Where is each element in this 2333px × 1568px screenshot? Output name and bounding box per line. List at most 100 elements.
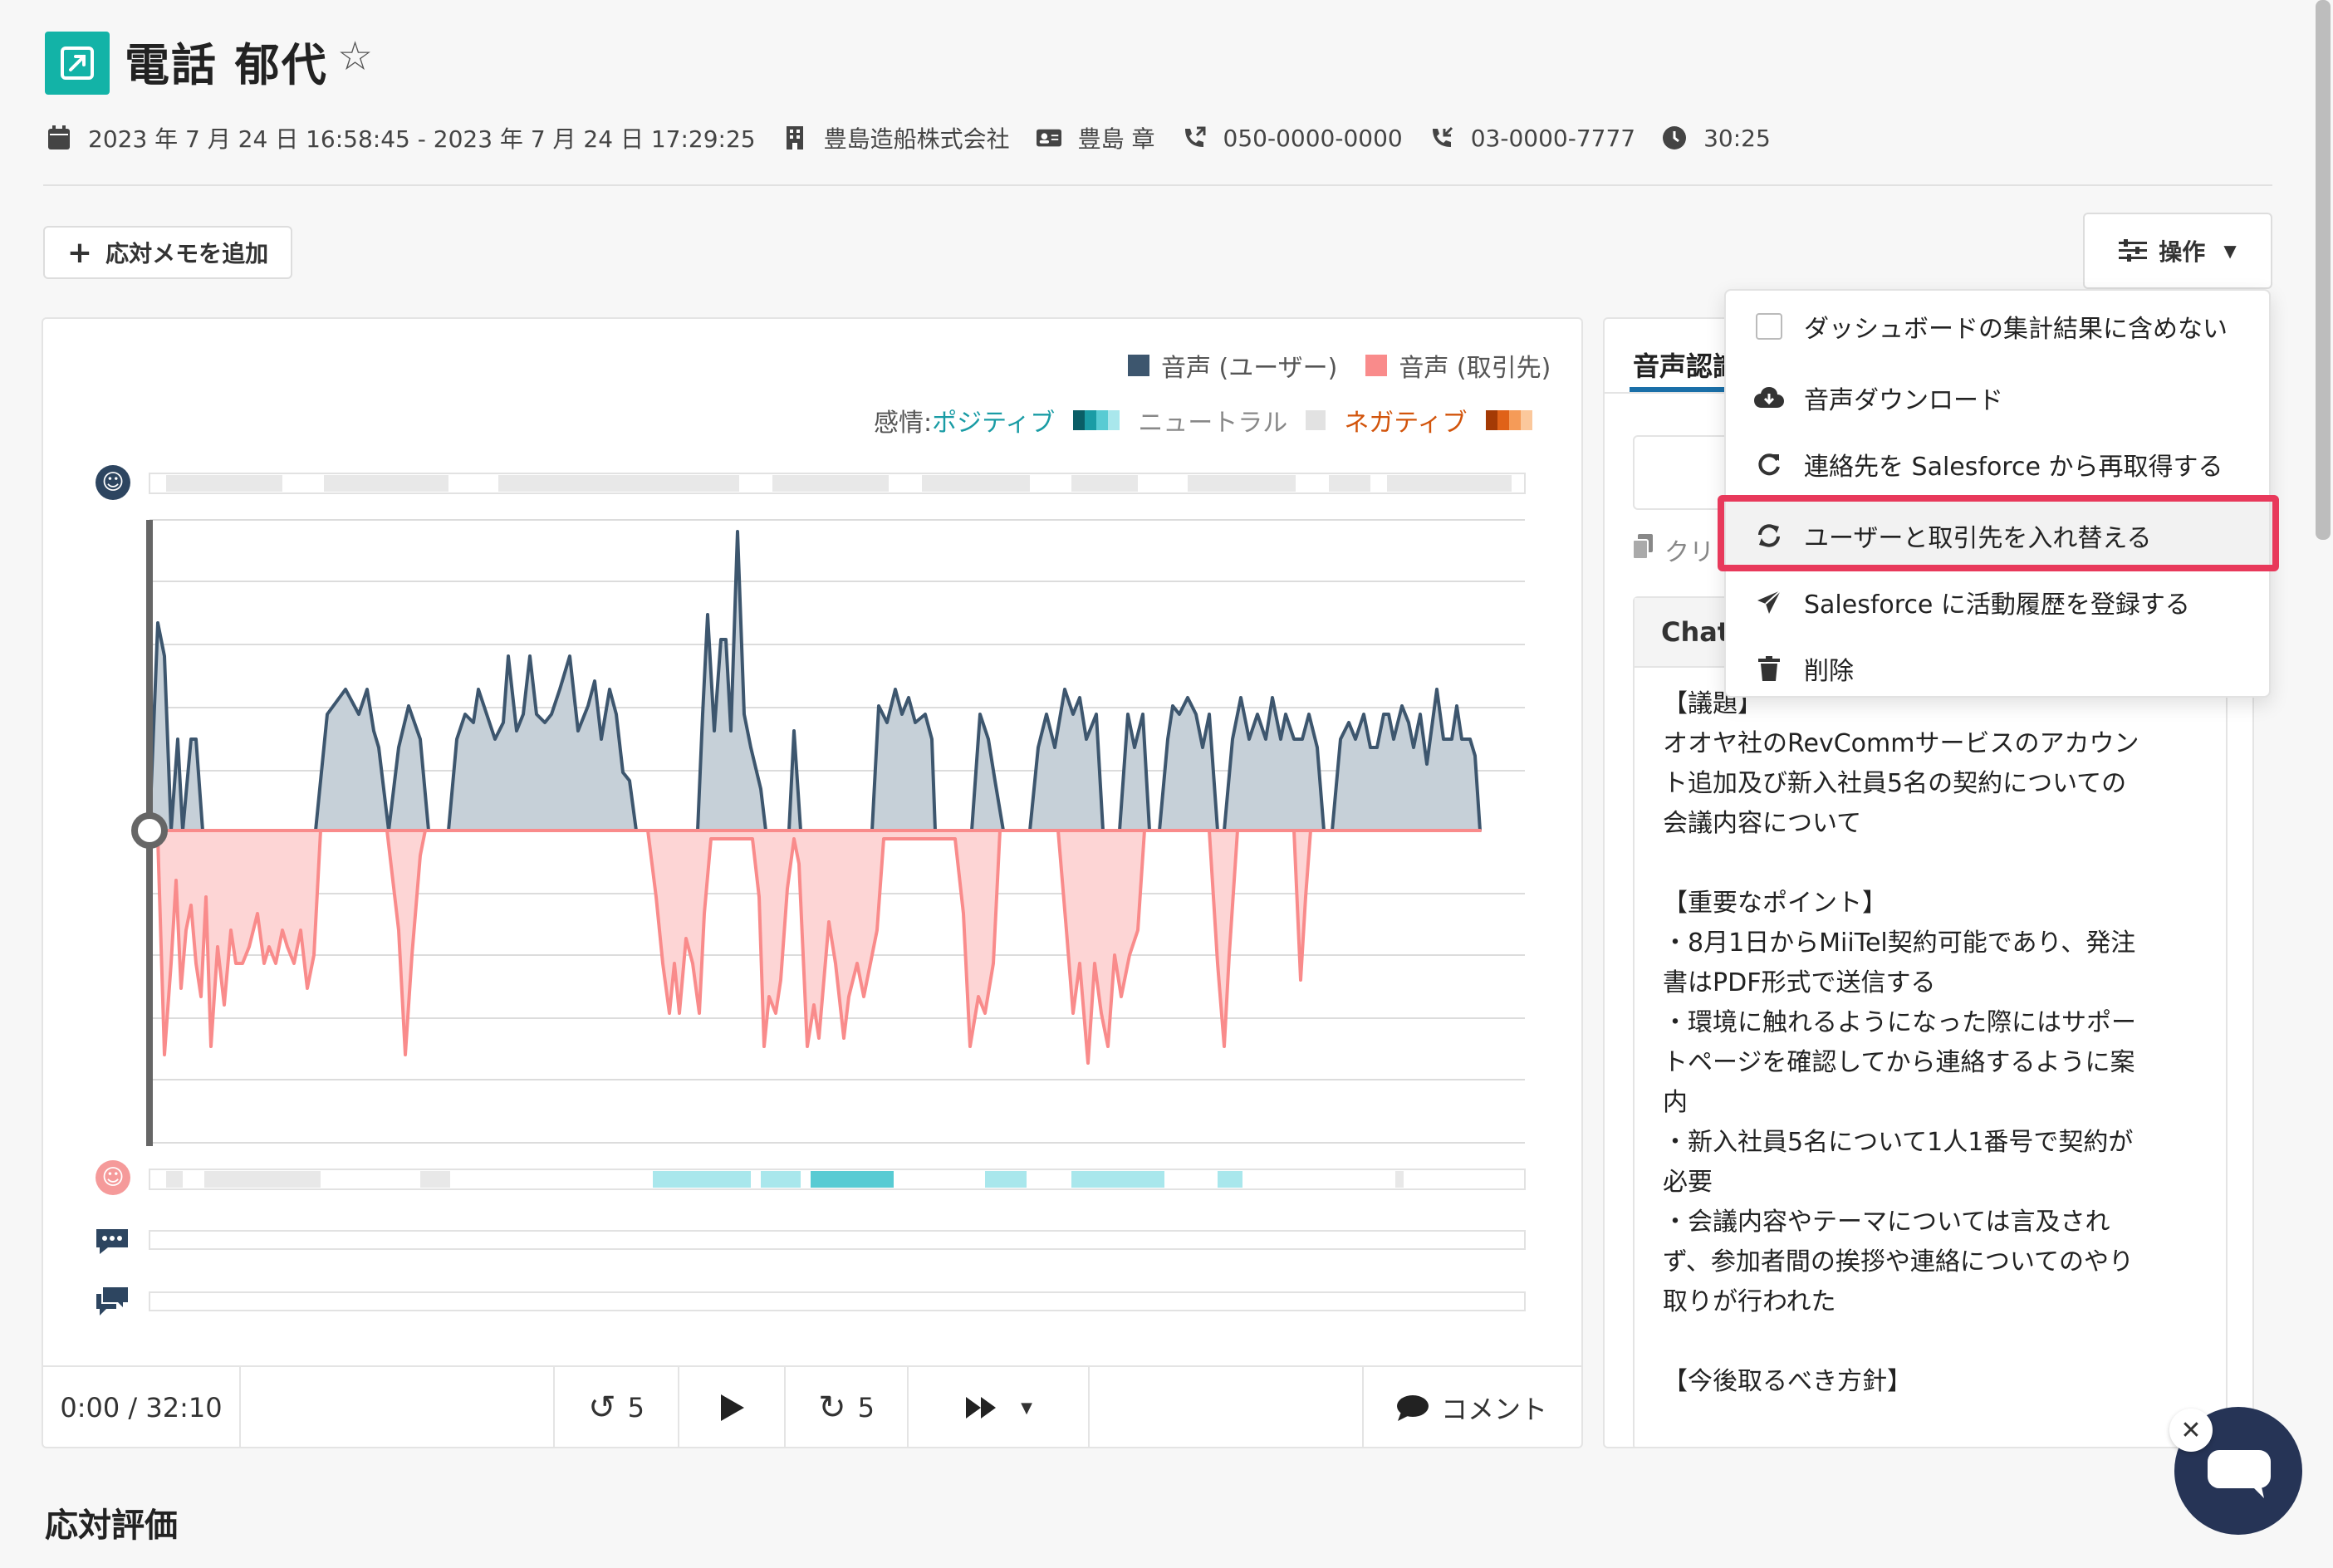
- app-icon: [45, 32, 110, 95]
- user-waveform: [148, 530, 1482, 832]
- audio-download-item[interactable]: 音声ダウンロード: [1754, 369, 2003, 427]
- copy-button[interactable]: クリ: [1632, 532, 1714, 568]
- calendar-icon: [47, 125, 71, 150]
- operations-button[interactable]: 操作 ▼: [2083, 213, 2272, 289]
- summary-line: ・会議内容やテーマについては言及され: [1663, 1208, 2110, 1237]
- emotion-legend: 感情: ポジティブ ニュートラル ネガティブ: [874, 402, 1532, 439]
- forward-button[interactable]: ↻ 5: [784, 1367, 907, 1448]
- call-duration: 30:25: [1703, 124, 1771, 152]
- neutral-swatch: [1306, 410, 1326, 430]
- waveform-chart[interactable]: [125, 465, 1537, 1329]
- audio-player-controls: 0:00 / 32:10 ↺ 5 ↻ 5 ▼ コメント: [43, 1365, 1581, 1448]
- cloud-download-icon: [1754, 383, 1784, 413]
- header-divider: [43, 184, 2272, 186]
- emotion-negative-label: ネガティブ: [1344, 409, 1468, 438]
- refresh-icon: [1754, 449, 1784, 479]
- legend-user-label: 音声 (ユーザー): [1161, 354, 1338, 383]
- summary-line: ・新入社員5名について1人1番号で契約が: [1663, 1128, 2134, 1157]
- dropdown-item-label: ダッシュボードの集計結果に含めない: [1804, 315, 2228, 344]
- playhead-handle[interactable]: [131, 812, 168, 849]
- playback-time: 0:00 / 32:10: [60, 1392, 223, 1423]
- page-scrollbar[interactable]: [2316, 0, 2331, 540]
- clock-icon: [1662, 125, 1687, 150]
- evaluation-section-title: 応対評価: [45, 1507, 178, 1545]
- close-chat-widget-button[interactable]: ✕: [2169, 1409, 2213, 1452]
- rewind-button[interactable]: ↺ 5: [553, 1367, 678, 1448]
- plus-icon: +: [66, 235, 93, 270]
- summary-line: 書はPDF形式で送信する: [1663, 968, 1936, 997]
- emotion-neutral-label: ニュートラル: [1138, 409, 1288, 438]
- forward-icon: ↻: [818, 1389, 846, 1427]
- forward-seconds: 5: [857, 1392, 875, 1423]
- incoming-call-icon: [1429, 125, 1454, 150]
- speed-caret-icon: ▼: [1021, 1399, 1032, 1417]
- copy-icon: [1632, 534, 1653, 566]
- client-legend-swatch: [1365, 355, 1388, 376]
- operations-label: 操作: [2159, 238, 2206, 266]
- caret-down-icon: ▼: [2223, 241, 2237, 261]
- call-meta: 2023 年 7 月 24 日 16:58:45 - 2023 年 7 月 24…: [47, 121, 1797, 154]
- phone-from: 050-0000-0000: [1223, 124, 1403, 152]
- company-name[interactable]: 豊島造船株式会社: [824, 121, 1010, 154]
- phone-to: 03-0000-7777: [1470, 124, 1636, 152]
- dropdown-item-label: 音声ダウンロード: [1804, 386, 2003, 415]
- summary-line: オオヤ社のRevCommサービスのアカウン: [1663, 729, 2139, 758]
- legend-client-label: 音声 (取引先): [1399, 354, 1551, 383]
- summary-line: ず、参加者間の挨拶や連絡についてのやり: [1663, 1247, 2134, 1276]
- summary-line: [1663, 1322, 2201, 1362]
- trash-icon: [1754, 654, 1784, 684]
- summary-line: ト追加及び新入社員5名の契約についての: [1663, 769, 2127, 798]
- tab-speech-recognition[interactable]: 音声認識: [1633, 345, 1739, 384]
- comment-label: コメント: [1440, 1394, 1547, 1425]
- negative-gradient-swatch: [1485, 410, 1532, 430]
- summary-line: ・環境に触れるようになった際にはサポー: [1663, 1008, 2136, 1037]
- play-icon: [721, 1394, 744, 1421]
- rewind-seconds: 5: [627, 1392, 645, 1423]
- dropdown-item-label: Salesforce に活動履歴を登録する: [1804, 590, 2190, 620]
- contact-name[interactable]: 豊島 章: [1078, 121, 1155, 154]
- contact-card-icon: [1036, 125, 1061, 150]
- player-spacer: [239, 1367, 596, 1448]
- call-datetime: 2023 年 7 月 24 日 16:58:45 - 2023 年 7 月 24…: [88, 125, 756, 153]
- operations-dropdown-menu: ダッシュボードの集計結果に含めない 音声ダウンロード 連絡先を Salesfor…: [1724, 289, 2271, 698]
- chat-summary-text: 【議題】 オオヤ社のRevCommサービスのアカウン ト追加及び新入社員5名の契約に…: [1635, 668, 2226, 1402]
- external-link-icon: [61, 47, 94, 80]
- chat-summary-box: Chat 【議題】 オオヤ社のRevCommサービスのアカウン ト追加及び新入社員5…: [1633, 596, 2228, 1447]
- chat-track[interactable]: [149, 1291, 1526, 1311]
- positive-gradient-swatch: [1073, 410, 1120, 430]
- log-salesforce-activity-item[interactable]: Salesforce に活動履歴を登録する: [1754, 573, 2190, 631]
- summary-line: 【今後取るべき方針】: [1663, 1367, 1912, 1396]
- emotion-prefix: 感情:: [874, 409, 933, 438]
- emotion-positive-label: ポジティブ: [932, 409, 1056, 438]
- highlighted-menu-item-outline: [1718, 495, 2279, 571]
- page-title: 電話 郁代: [125, 39, 328, 91]
- refetch-salesforce-item[interactable]: 連絡先を Salesforce から再取得する: [1754, 435, 2223, 493]
- summary-line: 取りが行われた: [1663, 1287, 1836, 1316]
- playback-speed-button[interactable]: ▼: [907, 1367, 1090, 1448]
- rewind-icon: ↺: [588, 1389, 616, 1427]
- dropdown-item-label: 削除: [1804, 657, 1854, 686]
- exclude-dashboard-item[interactable]: ダッシュボードの集計結果に含めない: [1754, 297, 2228, 355]
- add-memo-button[interactable]: + 応対メモを追加: [43, 226, 292, 279]
- comment-track[interactable]: [149, 1230, 1526, 1250]
- summary-line: トページを確認してから連絡するように案: [1663, 1048, 2135, 1077]
- voice-legend: 音声 (ユーザー) 音声 (取引先): [1128, 347, 1551, 384]
- checkbox-icon[interactable]: [1754, 311, 1784, 341]
- play-button[interactable]: [678, 1367, 784, 1448]
- copy-label: クリ: [1664, 538, 1714, 567]
- add-memo-label: 応対メモを追加: [105, 240, 269, 267]
- fast-forward-icon: [966, 1397, 997, 1419]
- summary-line: 【重要なポイント】: [1663, 889, 1887, 918]
- summary-line: [1663, 844, 2201, 884]
- outgoing-call-icon: [1182, 125, 1207, 150]
- comment-button[interactable]: コメント: [1362, 1367, 1580, 1448]
- summary-line: 必要: [1663, 1168, 1713, 1197]
- send-icon: [1754, 587, 1784, 617]
- sliders-icon: [2119, 239, 2148, 262]
- delete-item[interactable]: 削除: [1754, 639, 1854, 698]
- summary-line: 内: [1663, 1088, 1688, 1117]
- favorite-star-icon[interactable]: ☆: [337, 37, 373, 76]
- client-waveform: [148, 829, 1482, 1065]
- speech-bubble-icon: [1396, 1395, 1429, 1421]
- user-legend-swatch: [1128, 355, 1149, 376]
